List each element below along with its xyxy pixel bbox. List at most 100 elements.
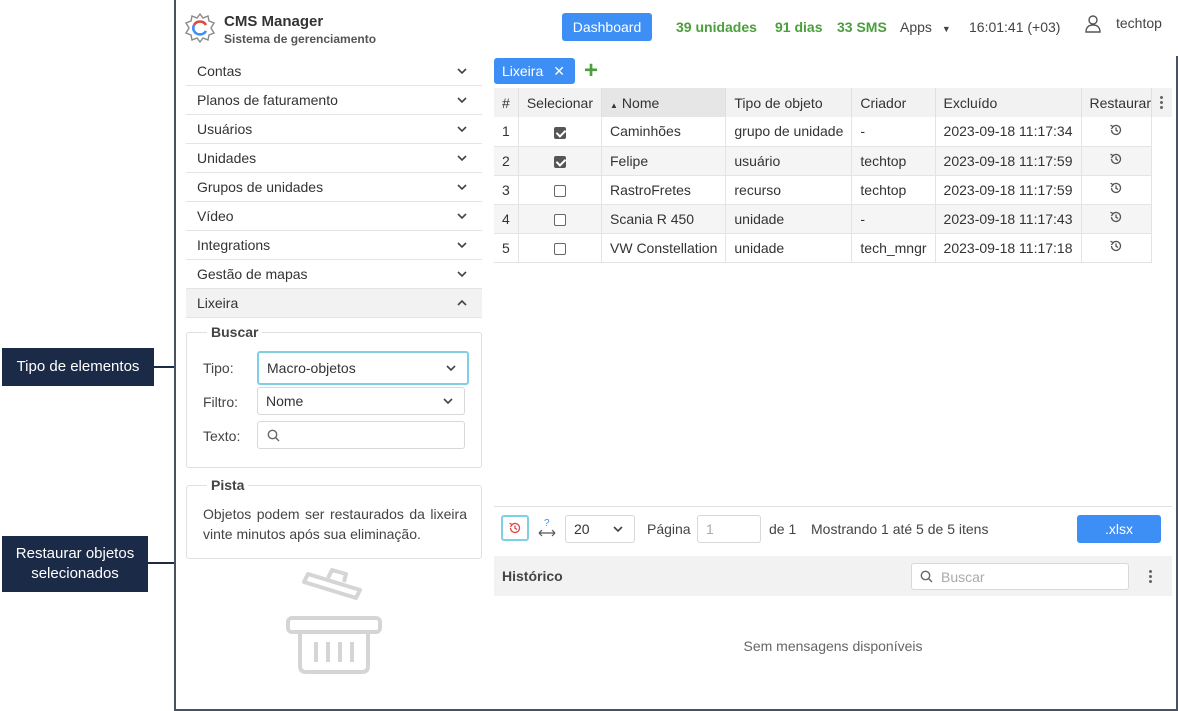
sidebar-item-label: Integrations [197, 237, 271, 253]
hint-legend: Pista [207, 477, 249, 493]
user-name[interactable]: techtop [1116, 15, 1162, 31]
chevron-down-icon [457, 97, 467, 104]
tab-lixeira[interactable]: Lixeira ✕ [494, 58, 575, 84]
row-name: VW Constellation [601, 233, 727, 263]
row-name: RastroFretes [601, 175, 727, 205]
pagination-bar: ? 20 Página 1 de 1 Mostrando 1 até 5 de … [494, 506, 1172, 550]
search-panel: Buscar Tipo: Macro-objetos Filtro: Nome … [186, 324, 482, 468]
row-spacer [1151, 204, 1172, 233]
row-number: 5 [494, 233, 519, 263]
callout-restaurar-line2: selecionados [31, 565, 119, 582]
sms-counter[interactable]: 33 SMS [837, 19, 887, 35]
callout-restaurar: Restaurar objetos selecionados [2, 536, 148, 592]
table-row: 3 RastroFretes recurso techtop 2023-09-1… [494, 175, 1172, 205]
row-select[interactable] [518, 146, 603, 176]
filter-label: Filtro: [203, 394, 238, 410]
checkbox-checked-icon[interactable] [553, 155, 566, 168]
sidebar-item-planos[interactable]: Planos de faturamento [186, 86, 482, 115]
sidebar-item-label: Usuários [197, 121, 253, 137]
chevron-down-icon [457, 184, 467, 191]
add-tab-button[interactable]: + [584, 58, 598, 84]
checkbox-icon[interactable] [553, 184, 566, 197]
column-creator[interactable]: Criador [851, 88, 936, 117]
row-select[interactable] [518, 204, 603, 234]
type-select[interactable]: Macro-objetos [257, 351, 469, 385]
row-restore[interactable] [1081, 117, 1152, 147]
units-counter[interactable]: 39 unidades [676, 19, 757, 35]
row-restore[interactable] [1081, 175, 1152, 205]
table-row: 5 VW Constellation unidade tech_mngr 202… [494, 233, 1172, 263]
more-vertical-icon[interactable] [1149, 570, 1153, 584]
filter-select[interactable]: Nome [257, 387, 465, 415]
history-search-input[interactable]: Buscar [911, 563, 1129, 590]
chevron-down-icon [457, 271, 467, 278]
sort-asc-icon: ▲ [610, 100, 618, 110]
sidebar-item-label: Unidades [197, 150, 257, 166]
export-xlsx-button[interactable]: .xlsx [1077, 515, 1161, 543]
sidebar-item-mapas[interactable]: Gestão de mapas [186, 260, 482, 289]
row-select[interactable] [518, 175, 603, 205]
history-title: Histórico [502, 568, 563, 584]
tab-label: Lixeira [502, 63, 544, 79]
row-type: unidade [725, 204, 853, 234]
page-number-input[interactable]: 1 [697, 515, 761, 543]
row-number: 3 [494, 175, 519, 205]
checkbox-checked-icon[interactable] [553, 126, 566, 139]
sidebar-item-video[interactable]: Vídeo [186, 202, 482, 231]
search-icon [920, 570, 933, 583]
days-counter[interactable]: 91 dias [775, 19, 822, 35]
row-restore[interactable] [1081, 233, 1152, 263]
callout-tipo-elementos-text: Tipo de elementos [16, 358, 140, 375]
row-spacer [1151, 233, 1172, 262]
sort-help-icon[interactable]: ? [538, 517, 556, 539]
page-size-select[interactable]: 20 [565, 515, 635, 543]
checkbox-icon[interactable] [553, 242, 566, 255]
sidebar-item-usuarios[interactable]: Usuários [186, 115, 482, 144]
restore-icon[interactable] [1109, 123, 1123, 137]
sidebar-item-label: Grupos de unidades [197, 179, 324, 195]
chevron-down-icon [457, 126, 467, 133]
row-name: Felipe [601, 146, 727, 176]
row-spacer [1151, 117, 1172, 146]
row-restore[interactable] [1081, 146, 1152, 176]
row-creator: - [851, 204, 936, 234]
row-select[interactable] [518, 117, 603, 147]
filter-select-value: Nome [266, 393, 304, 409]
restore-selected-button[interactable] [501, 515, 529, 541]
sidebar-item-grupos[interactable]: Grupos de unidades [186, 173, 482, 202]
caret-down-icon: ▼ [941, 24, 951, 34]
column-select[interactable]: Selecionar [518, 88, 603, 117]
search-icon [267, 429, 280, 442]
restore-icon[interactable] [1109, 152, 1123, 166]
column-number[interactable]: # [494, 88, 519, 117]
callout-restaurar-line1: Restaurar objetos [15, 545, 135, 562]
row-restore[interactable] [1081, 204, 1152, 234]
column-deleted[interactable]: Excluído [935, 88, 1082, 117]
close-icon[interactable]: ✕ [553, 63, 565, 80]
apps-menu[interactable]: Apps ▼ [900, 19, 951, 35]
trash-icon [286, 568, 382, 674]
row-select[interactable] [518, 233, 603, 263]
row-number: 1 [494, 117, 519, 147]
checkbox-icon[interactable] [553, 213, 566, 226]
row-deleted: 2023-09-18 11:17:43 [935, 204, 1082, 234]
search-text-input[interactable] [257, 421, 465, 449]
column-restore[interactable]: Restaurar [1081, 88, 1152, 117]
sidebar-item-contas[interactable]: Contas [186, 57, 482, 86]
row-deleted: 2023-09-18 11:17:59 [935, 146, 1082, 176]
header: CMS Manager Sistema de gerenciamento Das… [176, 0, 1178, 56]
sidebar-item-integrations[interactable]: Integrations [186, 231, 482, 260]
row-creator: tech_mngr [851, 233, 936, 263]
restore-icon[interactable] [1109, 210, 1123, 224]
user-icon[interactable] [1084, 14, 1102, 34]
sidebar-item-unidades[interactable]: Unidades [186, 144, 482, 173]
more-vertical-icon [1159, 96, 1164, 110]
sidebar-item-lixeira[interactable]: Lixeira [186, 289, 482, 318]
restore-icon[interactable] [1109, 181, 1123, 195]
search-legend: Buscar [207, 324, 263, 340]
dashboard-button[interactable]: Dashboard [562, 13, 652, 41]
column-menu[interactable] [1151, 88, 1172, 117]
column-object-type[interactable]: Tipo de objeto [725, 88, 853, 117]
column-name[interactable]: ▲ Nome [601, 88, 727, 117]
restore-icon[interactable] [1109, 239, 1123, 253]
